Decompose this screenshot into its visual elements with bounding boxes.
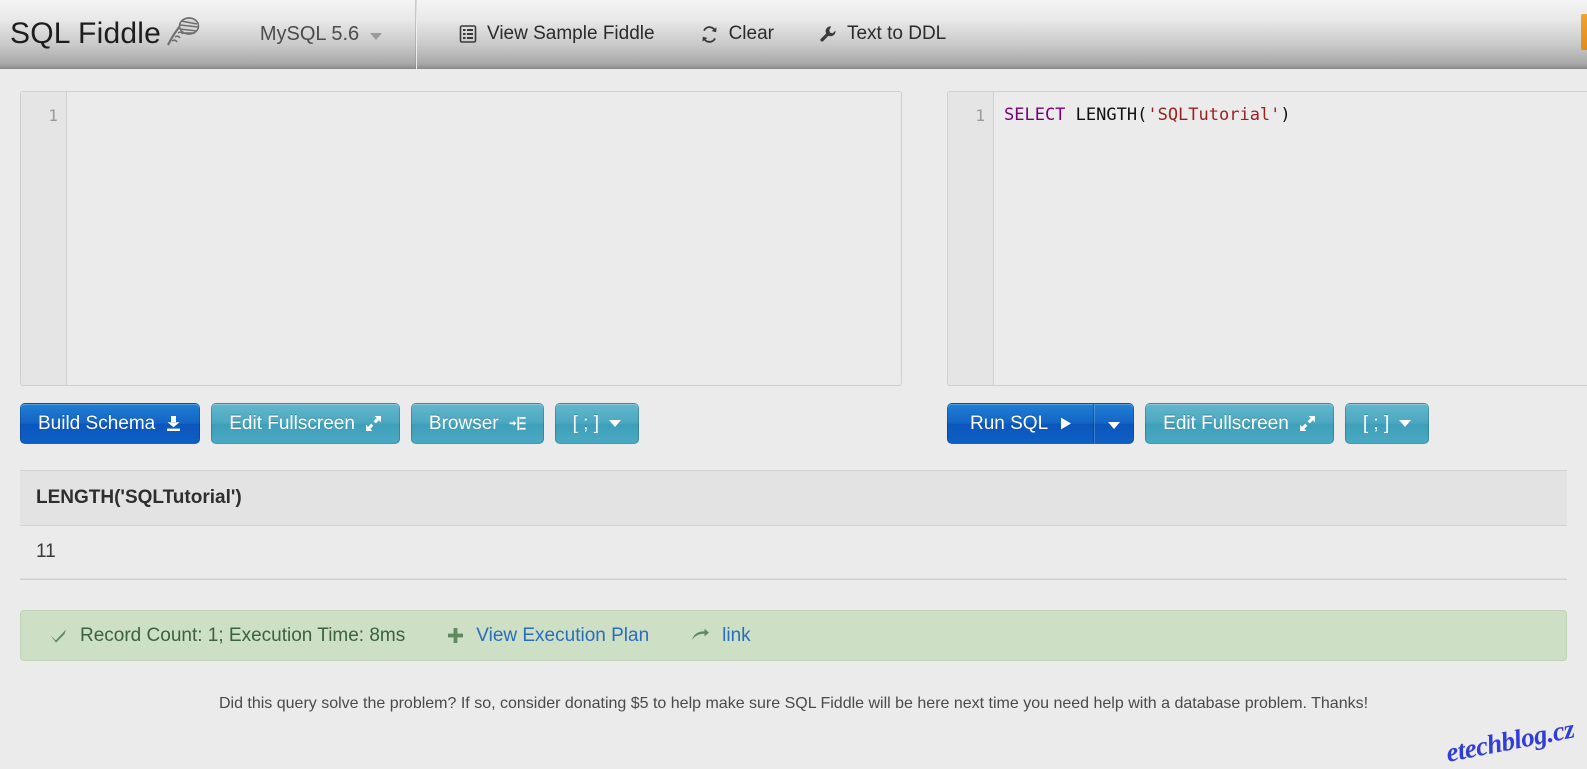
schema-edit-fullscreen-label: Edit Fullscreen [229, 412, 355, 434]
editor-panels: 1 Build Schema Edit Fullscreen Browser [… [0, 69, 1587, 449]
chevron-down-icon [370, 32, 383, 40]
edge-accent-marker [1581, 14, 1587, 50]
query-edit-fullscreen-button[interactable]: Edit Fullscreen [1145, 403, 1334, 444]
share-link-button[interactable]: link [691, 625, 751, 647]
watermark: etechblog.cz [1443, 713, 1577, 768]
schema-button-row: Build Schema Edit Fullscreen Browser [;… [20, 403, 902, 444]
top-toolbar: SQL Fiddle MySQL 5.6 View Sample Fiddle … [0, 0, 1587, 69]
query-button-row: Run SQL Edit Fullscreen [;] [941, 398, 1587, 449]
status-summary-text: Record Count: 1; Execution Time: 8ms [80, 624, 406, 646]
view-execution-plan-label: View Execution Plan [476, 624, 650, 646]
table-row: 11 [20, 526, 1567, 579]
database-select-label: MySQL 5.6 [259, 22, 360, 45]
chevron-down-icon [1108, 413, 1121, 435]
status-summary: Record Count: 1; Execution Time: 8ms [49, 625, 405, 647]
download-icon [165, 415, 182, 432]
clear-label: Clear [728, 23, 774, 44]
text-to-ddl-label: Text to DDL [846, 23, 947, 44]
schema-editor[interactable]: 1 [20, 91, 902, 386]
check-icon [49, 628, 68, 644]
schema-editor-gutter: 1 [21, 92, 67, 385]
chevron-down-icon [609, 420, 621, 427]
run-sql-dropdown-button[interactable] [1094, 403, 1135, 444]
query-delimiter-dropdown[interactable]: [ ; ] [1344, 403, 1430, 444]
clear-button[interactable]: Clear [700, 23, 774, 45]
sql-open-paren: ( [1137, 105, 1148, 125]
view-sample-fiddle-button[interactable]: View Sample Fiddle [459, 23, 655, 45]
refresh-icon [700, 25, 719, 44]
sql-string-literal: 'SQLTutorial' [1147, 105, 1281, 125]
schema-edit-fullscreen-button[interactable]: Edit Fullscreen [211, 403, 400, 444]
schema-panel: 1 Build Schema Edit Fullscreen Browser [… [20, 91, 902, 444]
sql-space [1065, 105, 1075, 125]
sql-keyword: SELECT [1004, 105, 1066, 125]
status-bar: Record Count: 1; Execution Time: 8ms Vie… [20, 610, 1567, 661]
wrench-icon [819, 25, 837, 43]
schema-line-number: 1 [48, 106, 58, 125]
build-schema-label: Build Schema [38, 412, 156, 434]
schema-editor-code[interactable] [67, 92, 901, 385]
query-editor[interactable]: 1 SELECT LENGTH('SQLTutorial') [947, 91, 1587, 386]
share-link-label: link [722, 624, 751, 646]
brand[interactable]: SQL Fiddle [0, 15, 226, 54]
arrow-right-icon [691, 628, 710, 644]
sql-function: LENGTH [1075, 105, 1138, 125]
query-line-number: 1 [975, 106, 985, 125]
run-sql-button[interactable]: Run SQL [947, 403, 1095, 444]
toolbar-actions: View Sample Fiddle Clear Text to DDL [417, 23, 946, 45]
fiddle-scroll-icon [162, 15, 200, 54]
brand-title: SQL Fiddle [10, 17, 161, 50]
text-to-ddl-button[interactable]: Text to DDL [819, 23, 946, 45]
results-cell: 11 [36, 541, 56, 562]
view-execution-plan-button[interactable]: View Execution Plan [447, 625, 649, 647]
expand-arrows-icon [1299, 415, 1316, 432]
query-panel: 1 SELECT LENGTH('SQLTutorial') Run SQL E… [941, 91, 1587, 449]
browser-button[interactable]: Browser [410, 403, 544, 444]
chevron-down-icon [1399, 420, 1412, 427]
build-schema-button[interactable]: Build Schema [20, 403, 201, 444]
run-sql-split-button: Run SQL [941, 398, 1140, 449]
view-sample-fiddle-label: View Sample Fiddle [487, 23, 655, 44]
query-editor-gutter: 1 [948, 92, 994, 385]
indent-list-icon [509, 415, 526, 432]
expand-arrows-icon [365, 415, 382, 432]
run-sql-label: Run SQL [970, 412, 1049, 434]
donation-footer: Did this query solve the problem? If so,… [218, 695, 1369, 712]
schema-delimiter-dropdown[interactable]: [ ; ] [554, 403, 639, 444]
results-table: LENGTH('SQLTutorial') 11 [20, 470, 1567, 580]
schema-delimiter-label: [ ; ] [572, 412, 599, 434]
results-column-header: LENGTH('SQLTutorial') [20, 471, 1567, 526]
query-delimiter-label: [ ; ] [1362, 412, 1390, 434]
browser-label: Browser [428, 412, 499, 434]
sql-close-paren: ) [1280, 105, 1291, 125]
query-edit-fullscreen-label: Edit Fullscreen [1163, 412, 1289, 434]
list-document-icon [459, 25, 477, 43]
query-editor-code[interactable]: SELECT LENGTH('SQLTutorial') [994, 92, 1587, 385]
plus-icon [447, 627, 464, 644]
database-select[interactable]: MySQL 5.6 [226, 23, 416, 46]
play-icon [1058, 416, 1073, 431]
